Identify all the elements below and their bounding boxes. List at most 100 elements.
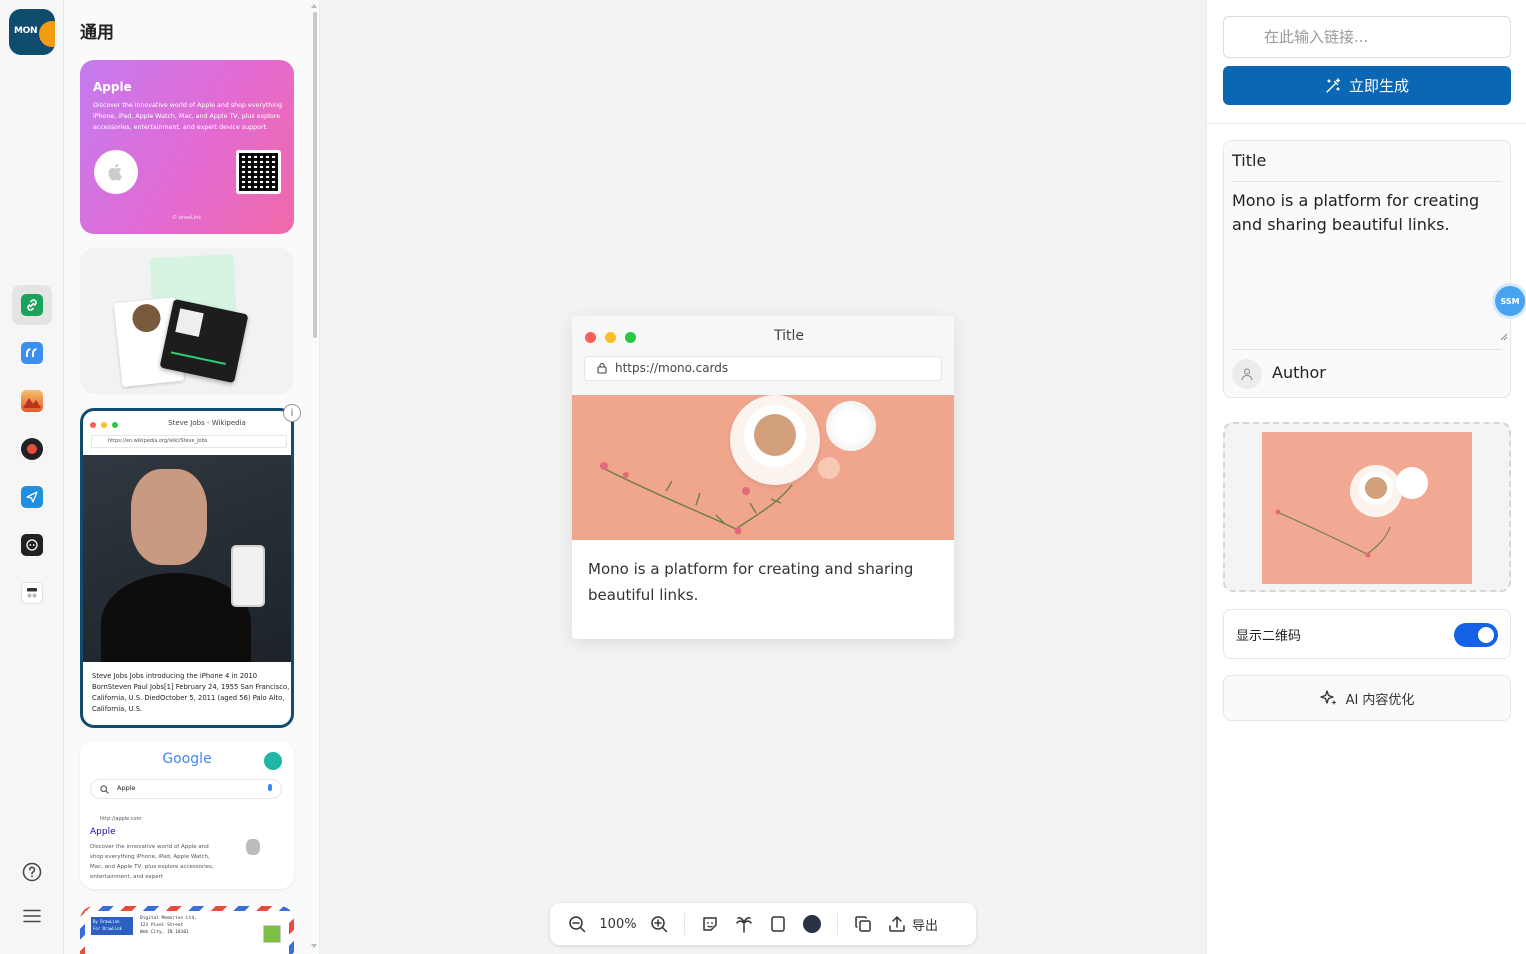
hamburger-icon — [23, 909, 41, 923]
wiki-dot-yellow — [101, 422, 107, 428]
quote-icon — [21, 342, 43, 364]
help-button[interactable] — [12, 852, 52, 892]
portrait-body — [101, 573, 251, 662]
address-line2: 123 Pixel Street — [140, 923, 184, 928]
ai-optimize-button[interactable]: AI 内容优化 — [1223, 675, 1511, 721]
zoom-in-icon — [651, 916, 668, 933]
card-url: https://mono.cards — [615, 361, 729, 375]
help-circle-icon — [22, 862, 42, 882]
apple-card-title: Apple — [93, 80, 132, 94]
template-collage-card[interactable] — [80, 248, 294, 394]
settings-panel: 在此输入链接... 立即生成 Title Mono is a platform … — [1206, 0, 1526, 954]
zoom-out-button[interactable] — [560, 907, 594, 941]
drawlink-badge-icon — [264, 752, 282, 770]
wiki-card-photo — [83, 455, 291, 662]
ssm-badge[interactable]: SSM — [1495, 286, 1525, 316]
google-result-title: Apple — [90, 827, 116, 837]
author-field[interactable]: Author — [1272, 363, 1326, 382]
toolbar-divider — [684, 913, 685, 935]
scroll-up-arrow-icon[interactable] — [310, 3, 318, 9]
template-wiki-card[interactable]: Steve Jobs - Wikipedia https://en.wikipe… — [80, 408, 294, 728]
link-icon — [21, 294, 43, 316]
copy-button[interactable] — [846, 907, 880, 941]
progress-line — [170, 351, 226, 365]
canvas-toolbar: 100% 导出 — [550, 903, 976, 945]
resize-handle-icon[interactable] — [1500, 333, 1508, 341]
white-flower — [826, 401, 876, 451]
pink-flower — [818, 457, 840, 479]
google-result-snippet: Discover the innovative world of Apple a… — [90, 844, 214, 880]
rail-link-button[interactable] — [12, 285, 52, 325]
link-input[interactable]: 在此输入链接... — [1223, 16, 1511, 58]
template-apple-card[interactable]: Apple Discover the innovative world of A… — [80, 60, 294, 234]
wiki-card-url: https://en.wikipedia.org/wiki/Steve_Jobs — [91, 435, 287, 448]
export-label[interactable]: 导出 — [912, 915, 938, 934]
wiki-card-text: Steve Jobs Jobs introducing the iPhone 4… — [92, 672, 290, 713]
app-logo[interactable]: MON — [9, 9, 55, 55]
letter-stamp: By DrawLink For DrawLink — [91, 917, 133, 935]
rail-bot-button[interactable] — [12, 525, 52, 565]
qr-toggle-switch[interactable] — [1454, 623, 1498, 647]
stamp-line2: For DrawLink — [93, 926, 122, 931]
sticker-icon — [703, 917, 717, 931]
thumb-white-flower — [1396, 467, 1428, 499]
letter-body: By DrawLink For DrawLink Digital Memorie… — [85, 911, 289, 954]
rail-record-button[interactable] — [12, 429, 52, 469]
qr-toggle-label: 显示二维码 — [1236, 629, 1302, 644]
address-line1: Digital Memories Ltd. — [140, 916, 197, 921]
toggle-knob — [1478, 627, 1494, 643]
sticker-button[interactable] — [693, 907, 727, 941]
google-search-box: Apple — [90, 779, 282, 799]
qr-code-icon — [236, 150, 281, 194]
search-icon — [100, 785, 109, 794]
record-icon — [21, 438, 43, 460]
zoom-out-icon — [569, 916, 586, 933]
google-query: Apple — [117, 784, 136, 792]
stamp-line1: By DrawLink — [93, 919, 120, 924]
color-swatch-icon — [803, 915, 821, 933]
send-icon — [21, 486, 43, 508]
logo-orange-mark — [39, 21, 55, 47]
preview-card[interactable]: Title https://mono.cards Mono is a platf… — [572, 316, 954, 639]
mic-icon — [268, 784, 272, 791]
editor-rule — [1232, 181, 1502, 182]
gallery-title: 通用 — [80, 23, 114, 43]
lock-icon — [597, 362, 607, 374]
toolbar-divider — [837, 913, 838, 935]
panel-divider — [1207, 123, 1526, 124]
preview-canvas: Title https://mono.cards Mono is a platf… — [320, 0, 1206, 954]
user-icon — [1241, 368, 1253, 381]
menu-button[interactable] — [12, 896, 52, 936]
template-google-card[interactable]: Google Apple http://apple.com Apple Disc… — [80, 741, 294, 889]
scroll-down-arrow-icon[interactable] — [310, 943, 318, 949]
template-gallery: 通用 Apple Discover the innovative world o… — [64, 0, 320, 954]
template-letter-card[interactable]: By DrawLink For DrawLink Digital Memorie… — [80, 906, 294, 954]
zoom-in-button[interactable] — [642, 907, 676, 941]
editor-description-field[interactable]: Mono is a platform for creating and shar… — [1232, 189, 1492, 237]
ai-optimize-label: AI 内容优化 — [1345, 692, 1415, 708]
rail-layout-button[interactable] — [12, 573, 52, 613]
flower-stems — [600, 462, 793, 535]
portrait-avatar — [131, 302, 162, 334]
rail-photo-button[interactable] — [12, 381, 52, 421]
wiki-dot-green — [112, 422, 118, 428]
rail-send-button[interactable] — [12, 477, 52, 517]
letter-badge-icon — [263, 925, 281, 943]
generate-button[interactable]: 立即生成 — [1223, 66, 1511, 105]
palette-button[interactable] — [727, 907, 761, 941]
export-button[interactable] — [880, 907, 914, 941]
editor-title-field[interactable]: Title — [1232, 151, 1266, 170]
gallery-scrollbar[interactable] — [313, 12, 317, 338]
cover-image-thumbnail — [1262, 432, 1472, 584]
rail-quote-button[interactable] — [12, 333, 52, 373]
card-browser-header: Title https://mono.cards — [572, 316, 954, 395]
google-result-url: http://apple.com — [100, 816, 142, 822]
generate-label: 立即生成 — [1348, 77, 1409, 95]
image-upload-area[interactable] — [1223, 422, 1511, 592]
qr-toggle-row: 显示二维码 — [1223, 609, 1511, 659]
info-icon[interactable]: i — [283, 404, 301, 422]
color-button[interactable] — [795, 907, 829, 941]
frame-button[interactable] — [761, 907, 795, 941]
layout-icon — [21, 582, 43, 604]
sparkles-icon — [1319, 690, 1337, 705]
